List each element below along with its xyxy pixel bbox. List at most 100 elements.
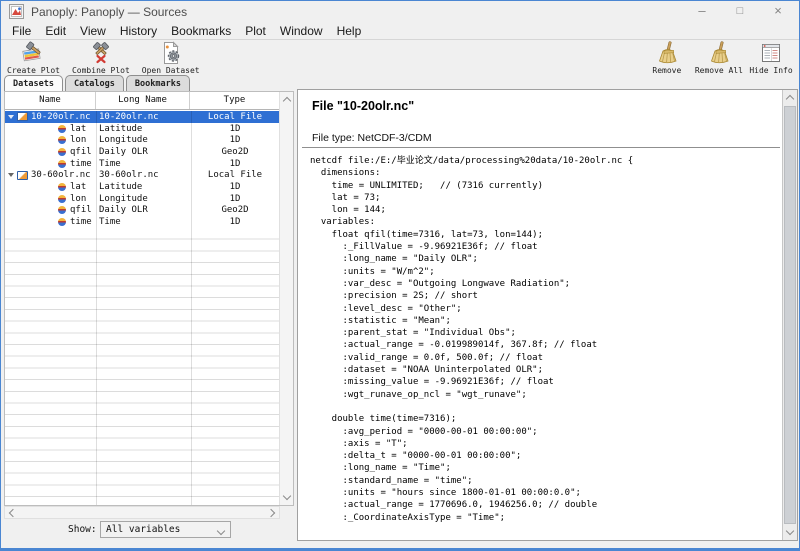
menu-bookmarks[interactable]: Bookmarks [164, 24, 238, 38]
menu-bar: File Edit View History Bookmarks Plot Wi… [1, 23, 799, 40]
menu-help[interactable]: Help [330, 24, 369, 38]
dataset-file-icon [17, 171, 28, 180]
netcdf-cdl-text: netcdf file:/E:/毕业论文/data/processing%20d… [310, 155, 782, 524]
menu-edit[interactable]: Edit [38, 24, 73, 38]
row-type: Geo2D [191, 147, 279, 157]
show-variables-value: All variables [106, 524, 180, 535]
row-long-name: Daily OLR [96, 147, 191, 157]
column-header-long-name[interactable]: Long Name [96, 92, 190, 109]
row-name: qfil [70, 147, 92, 157]
toolbar-label: Hide Info [749, 66, 792, 75]
row-long-name: Latitude [96, 124, 191, 134]
column-header-type[interactable]: Type [190, 92, 279, 109]
remove-button[interactable]: Remove [643, 41, 691, 75]
close-button[interactable]: × [759, 1, 797, 23]
menu-history[interactable]: History [113, 24, 164, 38]
remove-all-button[interactable]: Remove All [695, 41, 743, 75]
window-title: Panoply: Panoply — Sources [31, 5, 187, 19]
scroll-left-icon[interactable] [7, 507, 19, 518]
dataset-table-body: 10-20olr.nc10-20olr.ncLocal FilelatLatit… [5, 111, 279, 505]
open-dataset-icon [159, 41, 183, 65]
file-info-panel: File "10-20olr.nc" File type: NetCDF-3/C… [297, 89, 798, 541]
row-name-cell: 30-60olr.nc [5, 170, 96, 180]
scroll-up-icon[interactable] [280, 94, 293, 108]
row-long-name: 30-60olr.nc [96, 170, 191, 180]
scroll-down-icon[interactable] [280, 489, 293, 503]
variable-icon [58, 183, 66, 191]
row-type: 1D [191, 159, 279, 169]
tab-catalogs[interactable]: Catalogs [65, 75, 124, 92]
expand-triangle-icon[interactable] [8, 115, 14, 119]
minimize-button[interactable]: – [683, 1, 721, 23]
expand-triangle-icon[interactable] [8, 173, 14, 177]
row-name-cell: lat [5, 182, 96, 192]
row-long-name: Daily OLR [96, 205, 191, 215]
row-long-name: Latitude [96, 182, 191, 192]
menu-window[interactable]: Window [273, 24, 330, 38]
row-name: 30-60olr.nc [31, 170, 91, 180]
row-name-cell: 10-20olr.nc [5, 112, 96, 122]
row-long-name: Longitude [96, 194, 191, 204]
table-vertical-scrollbar[interactable] [279, 92, 293, 505]
row-name-cell: time [5, 217, 96, 227]
variable-icon [58, 160, 66, 168]
open-dataset-button[interactable]: Open Dataset [142, 41, 200, 75]
window-controls: – □ × [683, 1, 797, 23]
row-name: 10-20olr.nc [31, 112, 91, 122]
file-info-content: File "10-20olr.nc" File type: NetCDF-3/C… [298, 90, 782, 540]
row-name: lon [70, 194, 86, 204]
table-horizontal-scrollbar[interactable] [4, 506, 280, 519]
show-filter-row: Show: All variables [4, 520, 294, 540]
row-type: Local File [191, 170, 279, 180]
scrollbar-thumb[interactable] [784, 106, 796, 524]
create-plot-button[interactable]: Create Plot [7, 41, 60, 75]
panoply-window: Panoply: Panoply — Sources – □ × File Ed… [0, 0, 800, 551]
scroll-right-icon[interactable] [265, 507, 277, 518]
column-header-name[interactable]: Name [5, 92, 96, 109]
row-type: 1D [191, 124, 279, 134]
tab-bookmarks[interactable]: Bookmarks [126, 75, 190, 92]
remove-all-icon [707, 41, 731, 65]
row-type: Geo2D [191, 205, 279, 215]
chevron-down-icon [217, 527, 225, 535]
scroll-down-icon[interactable] [783, 524, 797, 538]
table-row[interactable]: timeTime1D [5, 158, 279, 170]
titlebar[interactable]: Panoply: Panoply — Sources – □ × [1, 1, 799, 23]
table-row[interactable]: 30-60olr.nc30-60olr.ncLocal File [5, 169, 279, 181]
menu-file[interactable]: File [5, 24, 38, 38]
row-name: qfil [70, 205, 92, 215]
row-type: 1D [191, 217, 279, 227]
maximize-button[interactable]: □ [721, 1, 759, 23]
show-variables-dropdown[interactable]: All variables [100, 521, 231, 538]
row-long-name: 10-20olr.nc [96, 112, 191, 122]
table-row[interactable]: 10-20olr.nc10-20olr.ncLocal File [5, 111, 279, 123]
row-name: time [70, 159, 92, 169]
scroll-up-icon[interactable] [783, 92, 797, 106]
info-vertical-scrollbar[interactable] [782, 90, 797, 540]
table-row[interactable]: qfil Daily OLRGeo2D [5, 205, 279, 217]
table-row[interactable]: qfil Daily OLRGeo2D [5, 146, 279, 158]
menu-plot[interactable]: Plot [238, 24, 273, 38]
table-header: Name Long Name Type [5, 92, 279, 110]
menu-view[interactable]: View [73, 24, 113, 38]
row-name-cell: lat [5, 124, 96, 134]
hide-info-button[interactable]: Hide Info [747, 41, 795, 75]
row-type: Local File [191, 112, 279, 122]
row-name-cell: qfil [5, 147, 96, 157]
dataset-file-icon [17, 112, 28, 121]
table-row[interactable]: lonLongitude1D [5, 134, 279, 146]
variable-icon [58, 206, 66, 214]
row-name-cell: qfil [5, 205, 96, 215]
row-type: 1D [191, 194, 279, 204]
variable-icon [58, 136, 66, 144]
table-row[interactable]: timeTime1D [5, 216, 279, 228]
tab-datasets[interactable]: Datasets [4, 75, 63, 92]
combine-plot-button[interactable]: Combine Plot [72, 41, 130, 75]
toolbar-label: Create Plot [7, 66, 60, 75]
table-row[interactable]: lon Longitude1D [5, 193, 279, 205]
table-row[interactable]: latLatitude1D [5, 181, 279, 193]
variable-icon [58, 148, 66, 156]
toolbar-label: Remove All [695, 66, 743, 75]
tab-bar: Datasets Catalogs Bookmarks [4, 75, 190, 92]
table-row[interactable]: latLatitude1D [5, 123, 279, 135]
